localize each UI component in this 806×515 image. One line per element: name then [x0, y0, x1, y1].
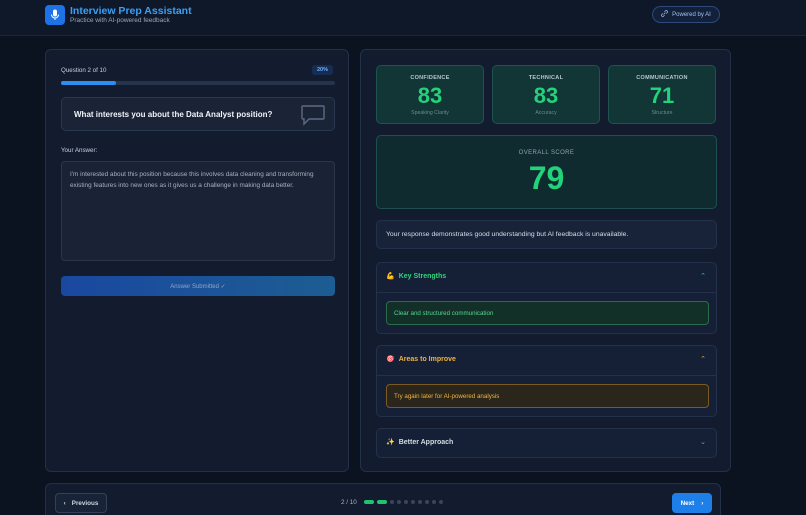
technical-card: TECHNICAL 83 Accuracy: [492, 65, 600, 124]
progress-dot[interactable]: [390, 500, 394, 504]
progress-dot[interactable]: [418, 500, 422, 504]
areas-to-improve-header[interactable]: 🎯 Areas to Improve: [386, 355, 456, 364]
metric-caption: Accuracy: [535, 110, 557, 116]
progress-dot[interactable]: [439, 500, 443, 504]
confidence-card: CONFIDENCE 83 Speaking Clarity: [376, 65, 484, 124]
improvement-item: Try again later for AI-powered analysis: [386, 384, 709, 408]
question-navigation: ‹ Previous 2 / 10 Next ›: [45, 483, 721, 515]
progress-dot[interactable]: [425, 500, 429, 504]
chevron-up-icon[interactable]: ⌃: [700, 272, 706, 280]
previous-label: Previous: [71, 499, 99, 507]
metric-value: 71: [649, 83, 675, 108]
app-header: Interview Prep Assistant Practice with A…: [0, 0, 806, 36]
divider: [377, 375, 716, 376]
key-strengths-section: 💪 Key Strengths ⌃ Clear and structured c…: [376, 262, 717, 334]
progress-dot[interactable]: [404, 500, 408, 504]
overall-score-label: OVERALL SCORE: [518, 150, 575, 156]
metric-label: TECHNICAL: [528, 75, 564, 81]
chat-bubble-icon: [300, 104, 326, 131]
app-subtitle: Practice with AI-powered feedback: [70, 17, 170, 24]
powered-by-badge: Powered by AI: [652, 6, 720, 23]
chevron-up-icon[interactable]: ⌃: [700, 355, 706, 363]
overall-score-value: 79: [528, 160, 565, 196]
progress-dot[interactable]: [377, 500, 387, 504]
progress-dot[interactable]: [397, 500, 401, 504]
metric-value: 83: [533, 83, 559, 108]
key-strengths-header[interactable]: 💪 Key Strengths: [386, 272, 447, 281]
overall-score-card: OVERALL SCORE 79: [376, 135, 717, 209]
chevron-down-icon[interactable]: ⌄: [700, 438, 706, 446]
powered-by-label: Powered by AI: [672, 11, 711, 18]
progress-dots: [364, 500, 443, 504]
question-text: What interests you about the Data Analys…: [74, 110, 273, 119]
chevron-right-icon: ›: [701, 499, 704, 507]
chevron-left-icon: ‹: [63, 499, 66, 507]
app-title: Interview Prep Assistant: [70, 5, 192, 17]
question-counter: Question 2 of 10: [61, 67, 107, 74]
progress-dot[interactable]: [432, 500, 436, 504]
communication-card: COMMUNICATION 71 Structure: [608, 65, 716, 124]
progress-bar: [61, 81, 335, 85]
answer-label: Your Answer:: [61, 147, 98, 154]
target-icon: 🎯: [386, 356, 395, 363]
metric-value: 83: [417, 83, 443, 108]
progress-percent-badge: 20%: [312, 65, 333, 75]
progress-dot[interactable]: [411, 500, 415, 504]
metric-label: COMMUNICATION: [636, 75, 688, 81]
feedback-summary: Your response demonstrates good understa…: [376, 220, 717, 249]
better-approach-header[interactable]: ✨ Better Approach: [386, 438, 454, 447]
next-label: Next: [680, 499, 695, 507]
page-indicator: 2 / 10: [341, 499, 357, 506]
question-panel: Question 2 of 10 20% What interests you …: [45, 49, 349, 472]
better-approach-section[interactable]: ✨ Better Approach ⌄: [376, 428, 717, 458]
next-button[interactable]: Next ›: [672, 493, 712, 513]
divider: [377, 292, 716, 293]
microphone-icon: [45, 5, 65, 25]
answer-textarea[interactable]: I'm interested about this position becau…: [61, 161, 335, 261]
section-title: Better Approach: [398, 438, 454, 446]
section-title: Areas to Improve: [398, 355, 456, 363]
feedback-panel: CONFIDENCE 83 Speaking Clarity TECHNICAL…: [360, 49, 731, 472]
link-icon: [661, 10, 669, 19]
section-title: Key Strengths: [398, 272, 447, 280]
answer-submitted-button[interactable]: Answer Submitted ✓: [61, 276, 335, 296]
metric-caption: Speaking Clarity: [411, 110, 449, 116]
question-card: What interests you about the Data Analys…: [61, 97, 335, 131]
progress-fill: [61, 81, 116, 85]
metric-label: CONFIDENCE: [410, 75, 450, 81]
areas-to-improve-section: 🎯 Areas to Improve ⌃ Try again later for…: [376, 345, 717, 417]
flexed-biceps-icon: 💪: [386, 273, 395, 280]
progress-dot[interactable]: [364, 500, 374, 504]
metric-caption: Structure: [651, 110, 673, 116]
previous-button[interactable]: ‹ Previous: [55, 493, 107, 513]
strength-item: Clear and structured communication: [386, 301, 709, 325]
sparkles-icon: ✨: [386, 439, 395, 446]
